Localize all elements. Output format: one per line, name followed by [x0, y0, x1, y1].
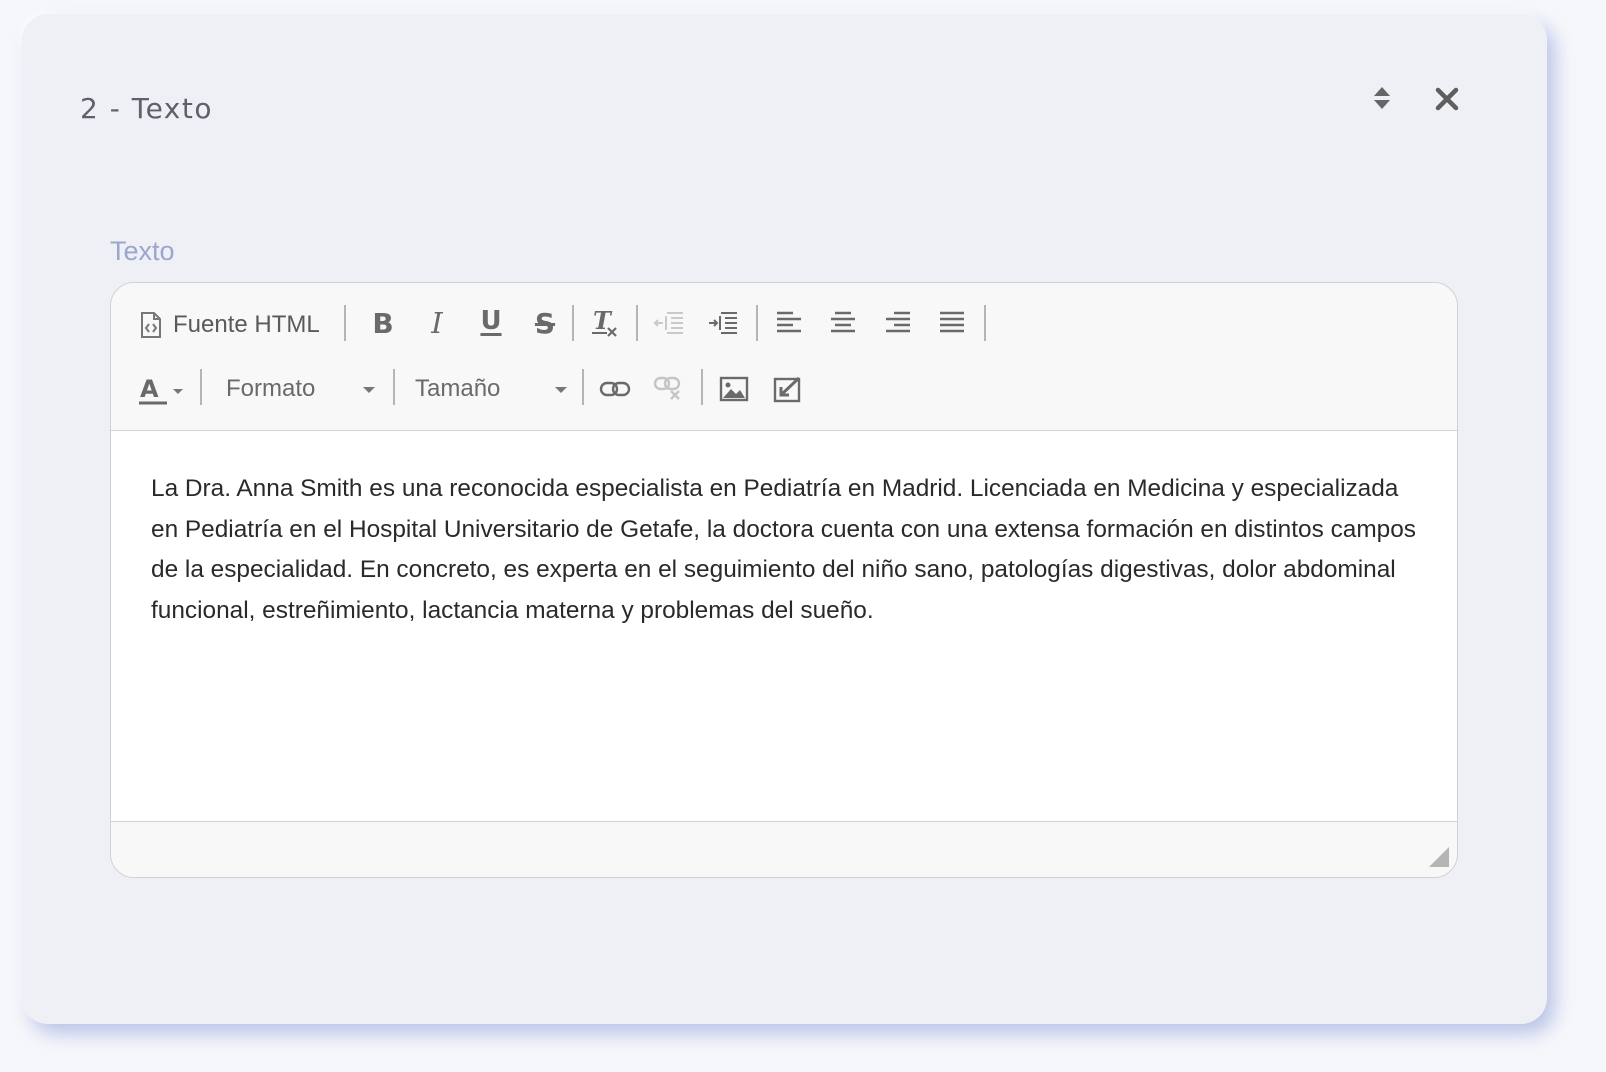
- card-title: 2 - Texto: [80, 92, 213, 125]
- source-label: Fuente HTML: [173, 311, 320, 338]
- format-dropdown[interactable]: Formato: [213, 369, 381, 409]
- indent-icon: [707, 309, 739, 337]
- source-icon: [139, 311, 163, 339]
- bold-button[interactable]: B: [363, 303, 403, 343]
- align-left-button[interactable]: [769, 305, 809, 341]
- toolbar-separator: [393, 369, 395, 405]
- size-dropdown-label: Tamaño: [415, 375, 501, 402]
- toolbar-separator: [756, 305, 758, 341]
- outdent-icon: [653, 309, 685, 337]
- editor-content-area[interactable]: La Dra. Anna Smith es una reconocida esp…: [111, 431, 1457, 822]
- field-label: Texto: [110, 236, 175, 266]
- italic-button[interactable]: I: [417, 303, 457, 343]
- chevron-down-icon: [363, 387, 375, 393]
- toolbar-separator: [984, 305, 986, 341]
- iframe-button[interactable]: [768, 369, 808, 409]
- unlink-icon: [653, 374, 685, 404]
- remove-format-icon: T: [589, 307, 621, 339]
- toolbar-separator: [636, 305, 638, 341]
- link-icon: [599, 378, 631, 400]
- toolbar-separator: [572, 305, 574, 341]
- unlink-button[interactable]: [649, 369, 689, 409]
- iframe-icon: [773, 375, 803, 403]
- source-button[interactable]: Fuente HTML: [139, 305, 320, 345]
- toolbar-separator: [701, 369, 703, 405]
- chevron-down-icon: [555, 387, 567, 393]
- format-dropdown-label: Formato: [226, 375, 316, 402]
- image-button[interactable]: [714, 369, 754, 409]
- outdent-button[interactable]: [649, 305, 689, 341]
- align-left-icon: [775, 310, 803, 336]
- rich-text-editor: Fuente HTML B I U S T A Formato Tamaño L…: [110, 282, 1458, 878]
- strikethrough-button[interactable]: S: [525, 303, 565, 343]
- editor-status-bar: [111, 823, 1457, 877]
- svg-text:A: A: [140, 375, 159, 403]
- close-icon[interactable]: [1434, 84, 1460, 112]
- align-justify-icon: [938, 310, 966, 336]
- underline-button[interactable]: U: [471, 301, 511, 341]
- toolbar-separator: [582, 369, 584, 405]
- remove-format-button[interactable]: T: [585, 303, 625, 343]
- indent-button[interactable]: [703, 305, 743, 341]
- align-right-icon: [884, 310, 912, 336]
- text-color-icon: A: [137, 371, 187, 407]
- text-color-button[interactable]: A: [137, 369, 187, 409]
- align-right-button[interactable]: [878, 305, 918, 341]
- align-center-button[interactable]: [823, 305, 863, 341]
- image-icon: [719, 376, 749, 402]
- sort-icon[interactable]: [1368, 84, 1396, 112]
- text-block-card: 2 - Texto Texto Fuente HTML B I U S T A …: [22, 14, 1547, 1024]
- align-justify-button[interactable]: [932, 305, 972, 341]
- editor-toolbar: Fuente HTML B I U S T A Formato Tamaño: [111, 283, 1457, 431]
- size-dropdown[interactable]: Tamaño: [405, 369, 571, 409]
- resize-handle-icon[interactable]: [1429, 847, 1449, 867]
- toolbar-separator: [200, 369, 202, 405]
- link-button[interactable]: [595, 369, 635, 409]
- toolbar-separator: [344, 305, 346, 341]
- align-center-icon: [829, 310, 857, 336]
- editor-content-text[interactable]: La Dra. Anna Smith es una reconocida esp…: [151, 469, 1421, 632]
